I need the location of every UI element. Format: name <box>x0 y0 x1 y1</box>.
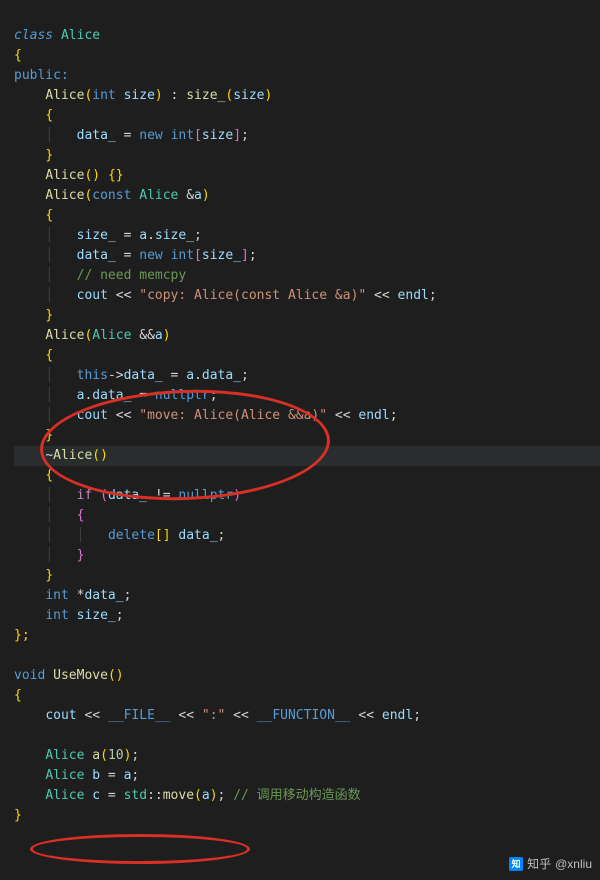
watermark-brand: 知乎 <box>527 854 551 874</box>
function-usemove: UseMove <box>53 668 108 683</box>
keyword-public: public: <box>14 68 69 83</box>
zhihu-icon: 知 <box>509 857 523 871</box>
watermark: 知 知乎 @xnliu <box>509 854 592 874</box>
watermark-handle: @xnliu <box>555 854 592 874</box>
comment: // need memcpy <box>77 268 187 283</box>
keyword-class: class <box>14 28 53 43</box>
code-block: class Alice { public: Alice(int size) : … <box>14 6 600 826</box>
class-name: Alice <box>61 28 100 43</box>
comment-cn: // 调用移动构造函数 <box>233 788 360 803</box>
highlight-ellipse-stdmove <box>30 834 250 864</box>
